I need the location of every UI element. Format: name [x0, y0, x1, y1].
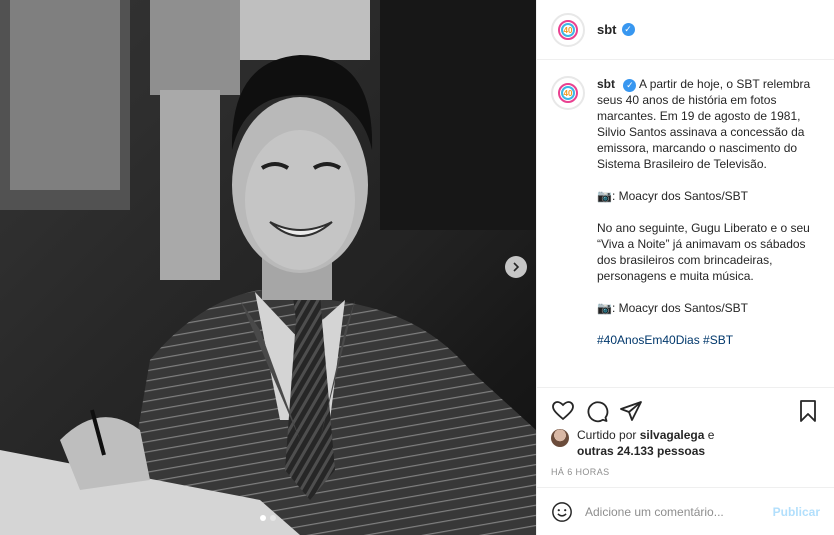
- comment-input[interactable]: [585, 504, 773, 519]
- post-photo: [0, 0, 536, 535]
- carousel-dot: [260, 515, 266, 521]
- chevron-right-icon: [513, 262, 520, 272]
- comment-icon[interactable]: [585, 399, 609, 423]
- post-sidebar: 40 sbt ✓ 40 sbt ✓ A partir de hoje, o SB: [536, 0, 834, 535]
- caption-paragraph-1: A partir de hoje, o SBT relembra seus 40…: [597, 77, 811, 171]
- liker-username[interactable]: silvagalega: [640, 428, 705, 442]
- emoji-icon[interactable]: [551, 501, 573, 523]
- sbt-40-logo-icon: 40: [554, 79, 582, 107]
- svg-text:40: 40: [564, 26, 573, 35]
- publish-button[interactable]: Publicar: [773, 505, 820, 519]
- action-bar: [537, 387, 834, 427]
- post-username[interactable]: sbt: [597, 22, 617, 37]
- svg-text:40: 40: [564, 89, 573, 98]
- post-timestamp[interactable]: HÁ 6 HORAS: [537, 465, 834, 487]
- carousel-next-button[interactable]: [505, 256, 527, 278]
- caption-avatar[interactable]: 40: [551, 76, 585, 110]
- carousel-dot: [270, 515, 276, 521]
- post-header: 40 sbt ✓: [537, 0, 834, 60]
- likes-summary: Curtido por silvagalega e outras 24.133 …: [537, 427, 834, 465]
- heart-icon[interactable]: [551, 399, 575, 423]
- post-media[interactable]: [0, 0, 536, 535]
- caption-paragraph-2: No ano seguinte, Gugu Liberato e o seu “…: [597, 221, 810, 283]
- likes-prefix: Curtido por: [577, 428, 637, 442]
- likes-middle: e: [707, 428, 715, 442]
- comment-form: Publicar: [537, 487, 834, 535]
- verified-badge-icon: ✓: [621, 23, 635, 36]
- sbt-40-logo-icon: 40: [554, 15, 582, 44]
- liker-avatar[interactable]: [551, 429, 569, 447]
- caption-credit-2: 📷: Moacyr dos Santos/SBT: [597, 301, 748, 315]
- likes-others-link[interactable]: outras 24.133 pessoas: [577, 444, 705, 458]
- share-icon[interactable]: [619, 399, 643, 423]
- caption-section: 40 sbt ✓ A partir de hoje, o SBT relembr…: [537, 60, 834, 387]
- caption-credit-1: 📷: Moacyr dos Santos/SBT: [597, 189, 748, 203]
- post-caption: sbt ✓ A partir de hoje, o SBT relembra s…: [597, 76, 817, 377]
- profile-avatar[interactable]: 40: [551, 12, 585, 47]
- bookmark-icon[interactable]: [796, 399, 820, 423]
- caption-hashtags[interactable]: #40AnosEm40Dias #SBT: [597, 332, 817, 348]
- verified-badge-icon: ✓: [623, 78, 637, 92]
- caption-username[interactable]: sbt: [597, 77, 615, 91]
- carousel-indicator: [0, 515, 536, 521]
- instagram-post: 40 sbt ✓ 40 sbt ✓ A partir de hoje, o SB: [0, 0, 834, 535]
